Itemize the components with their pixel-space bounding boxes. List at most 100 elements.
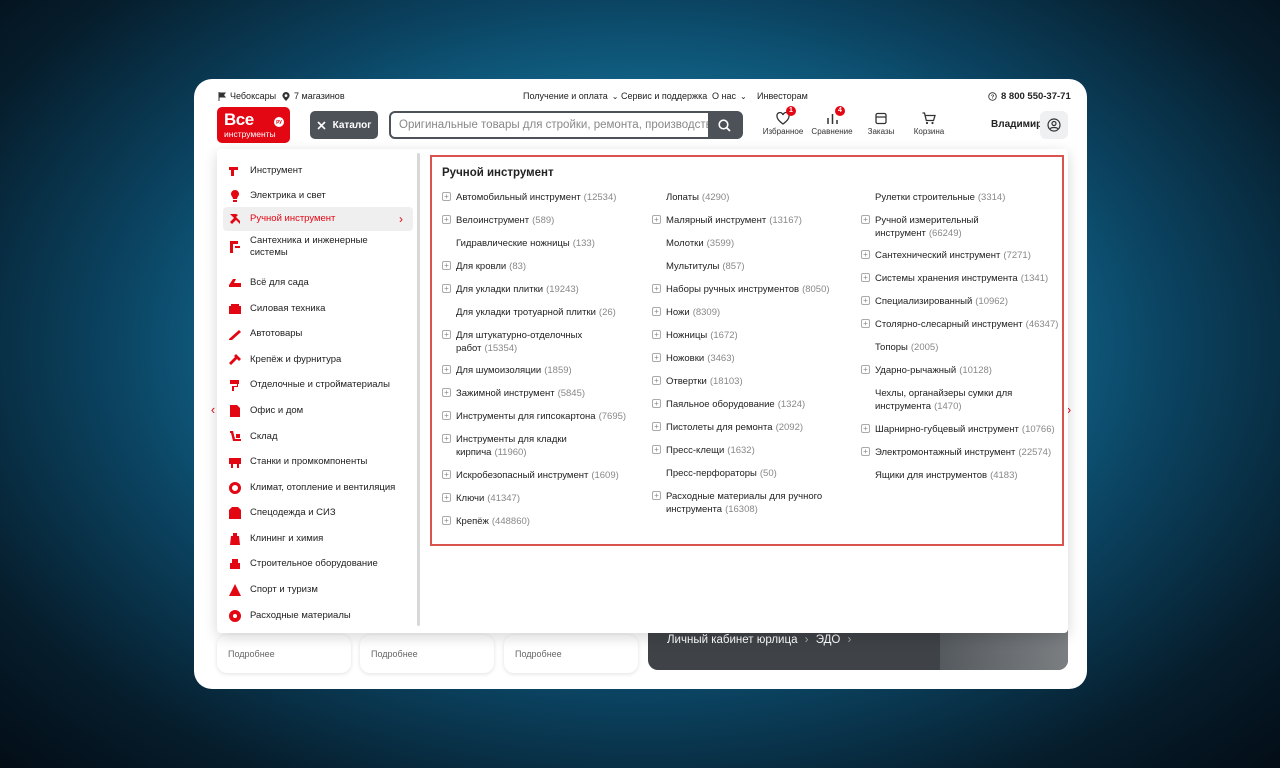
nav-delivery[interactable]: Получение и оплата ⌄ [523,91,618,101]
subcategory-link[interactable]: + Для штукатурно-отделочных работ (15354) [442,329,628,355]
subcategory-link[interactable]: Молотки (3599) [666,237,846,250]
subcategory-link[interactable]: + Автомобильный инструмент (12534) [442,191,628,204]
promo-card[interactable]: Подробнее [504,635,638,673]
catalog-button[interactable]: Каталог [310,111,378,139]
expand-plus-icon[interactable]: + [442,215,451,224]
site-logo[interactable]: Все ру инструменты [217,107,290,143]
business-account-link[interactable]: Личный кабинет юрлица [667,634,797,646]
expand-plus-icon[interactable]: + [861,424,870,433]
subcategory-link[interactable]: + Ножовки (3463) [652,352,846,365]
expand-plus-icon[interactable]: + [442,470,451,479]
expand-plus-icon[interactable]: + [861,365,870,374]
subcategory-link[interactable]: + Паяльное оборудование (1324) [652,398,846,411]
sidebar-item[interactable]: Электрика и свет [223,186,413,206]
expand-plus-icon[interactable]: + [442,434,451,443]
expand-plus-icon[interactable]: + [861,250,870,259]
sidebar-item[interactable]: Ручной инструмент › [223,207,413,231]
sidebar-item[interactable]: Силовая техника [223,299,413,319]
subcategory-link[interactable]: + Электромонтажный инструмент (22574) [861,446,1059,459]
search-button[interactable] [708,113,741,137]
subcategory-link[interactable]: Для укладки тротуарной плитки (26) [456,306,628,319]
cart-button[interactable]: Корзина [904,109,954,136]
expand-plus-icon[interactable]: + [442,388,451,397]
subcategory-link[interactable]: Ящики для инструментов (4183) [875,469,1059,482]
subcategory-link[interactable]: + Пистолеты для ремонта (2092) [652,421,846,434]
subcategory-link[interactable]: + Сантехнический инструмент (7271) [861,249,1059,262]
orders-button[interactable]: Заказы [856,109,906,136]
expand-plus-icon[interactable]: + [861,273,870,282]
subcategory-link[interactable]: + Ручной измерительный инструмент (66249) [861,214,1059,240]
subcategory-link[interactable]: Рулетки строительные (3314) [875,191,1059,204]
subcategory-link[interactable]: + Пресс-клещи (1632) [652,444,846,457]
subcategory-link[interactable]: + Для укладки плитки (19243) [442,283,628,296]
sidebar-item[interactable]: Строительное оборудование [223,554,413,574]
expand-plus-icon[interactable]: + [652,330,661,339]
sidebar-item[interactable]: Сантехника и инженерные системы [223,229,413,265]
favorites-button[interactable]: 1 Избранное [758,106,808,136]
expand-plus-icon[interactable]: + [652,307,661,316]
subcategory-link[interactable]: + Специализированный (10962) [861,295,1059,308]
stores-link[interactable]: 7 магазинов [282,91,345,101]
subcategory-link[interactable]: + Отвертки (18103) [652,375,846,388]
expand-plus-icon[interactable]: + [442,261,451,270]
expand-plus-icon[interactable]: + [652,399,661,408]
subcategory-link[interactable]: + Столярно-слесарный инструмент (46347) [861,318,1059,331]
sidebar-item[interactable]: Склад [223,427,413,447]
subcategory-link[interactable]: + Ключи (41347) [442,492,628,505]
expand-plus-icon[interactable]: + [442,330,451,339]
sidebar-item[interactable]: Спецодежда и СИЗ [223,503,413,523]
sidebar-scrollbar[interactable] [417,153,420,626]
expand-plus-icon[interactable]: + [442,516,451,525]
subcategory-link[interactable]: + Инструменты для гипсокартона (7695) [442,410,628,423]
sidebar-item[interactable]: Климат, отопление и вентиляция [223,478,413,498]
subcategory-link[interactable]: + Искробезопасный инструмент (1609) [442,469,628,482]
sidebar-item[interactable]: Крепёж и фурнитура [223,350,413,370]
expand-plus-icon[interactable]: + [442,284,451,293]
nav-investors[interactable]: Инвесторам [757,91,808,101]
expand-plus-icon[interactable]: + [442,493,451,502]
promo-card-link[interactable]: Подробнее [228,649,275,659]
sidebar-item[interactable]: Автотовары [223,324,413,344]
sidebar-item[interactable]: Станки и промкомпоненты [223,452,413,472]
sidebar-item[interactable]: Отделочные и стройматериалы [223,375,413,395]
promo-card[interactable]: Подробнее [217,635,351,673]
expand-plus-icon[interactable]: + [652,284,661,293]
expand-plus-icon[interactable]: + [652,376,661,385]
promo-card-link[interactable]: Подробнее [515,649,562,659]
expand-plus-icon[interactable]: + [652,422,661,431]
sidebar-item[interactable]: Инструмент [223,161,413,181]
expand-plus-icon[interactable]: + [652,445,661,454]
sidebar-item[interactable]: Расходные материалы [223,606,413,626]
promo-card-link[interactable]: Подробнее [371,649,418,659]
sidebar-item[interactable]: Клининг и химия [223,529,413,549]
subcategory-link[interactable]: + Для шумоизоляции (1859) [442,364,628,377]
subcategory-link[interactable]: Чехлы, органайзеры сумки для инструмента… [875,387,1059,413]
subcategory-link[interactable]: + Зажимной инструмент (5845) [442,387,628,400]
subcategory-link[interactable]: Пресс-перфораторы (50) [666,467,846,480]
expand-plus-icon[interactable]: + [861,319,870,328]
subcategory-link[interactable]: Гидравлические ножницы (133) [456,237,628,250]
subcategory-link[interactable]: + Малярный инструмент (13167) [652,214,846,227]
subcategory-link[interactable]: + Крепёж (448860) [442,515,628,528]
nav-service[interactable]: Сервис и поддержка [621,91,707,101]
subcategory-link[interactable]: + Инструменты для кладки кирпича (11960) [442,433,628,459]
expand-plus-icon[interactable]: + [442,411,451,420]
subcategory-link[interactable]: + Велоинструмент (589) [442,214,628,227]
city-selector[interactable]: Чебоксары [218,91,276,101]
edo-link[interactable]: ЭДО [816,634,841,646]
subcategory-link[interactable]: + Наборы ручных инструментов (8050) [652,283,846,296]
sidebar-item[interactable]: Офис и дом [223,401,413,421]
subcategory-link[interactable]: Мультитулы (857) [666,260,846,273]
subcategory-link[interactable]: + Расходные материалы для ручного инструм… [652,490,846,516]
sidebar-item[interactable]: Спорт и туризм [223,580,413,600]
sidebar-item[interactable]: Всё для сада [223,273,413,293]
expand-plus-icon[interactable]: + [652,215,661,224]
subcategory-link[interactable]: Лопаты (4290) [666,191,846,204]
search-input[interactable] [399,116,709,134]
expand-plus-icon[interactable]: + [442,192,451,201]
subcategory-link[interactable]: + Шарнирно-губцевый инструмент (10766) [861,423,1059,436]
expand-plus-icon[interactable]: + [861,215,870,224]
user-avatar-button[interactable] [1040,111,1068,139]
expand-plus-icon[interactable]: + [861,296,870,305]
expand-plus-icon[interactable]: + [652,353,661,362]
